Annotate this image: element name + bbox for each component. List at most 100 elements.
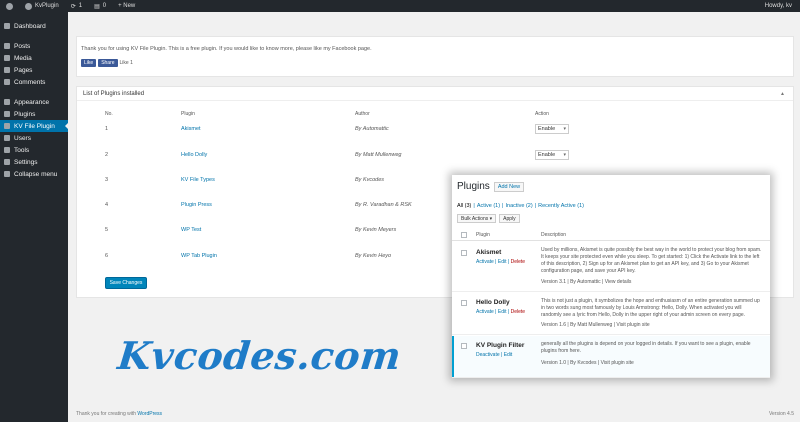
plugin-meta: Version 3.1 | By Automattic | View detai…	[541, 279, 632, 285]
comment-bubble-icon: ▤	[94, 3, 100, 10]
plugin-name: KV Plugin Filter	[476, 342, 525, 349]
plugin-checkbox[interactable]	[461, 343, 467, 349]
row-author: By Kevin Heyo	[355, 253, 392, 259]
activate-link[interactable]: Activate	[476, 259, 494, 265]
bulk-actions-label: Bulk Actions	[461, 215, 489, 222]
my-account-link[interactable]: Howdy, kv	[759, 3, 800, 9]
row-author: By Automattic	[355, 126, 389, 132]
pin-icon	[4, 43, 10, 49]
plugin-meta: Version 1.6 | By Matt Mullenweg | Visit …	[541, 322, 650, 328]
column-header-plugin: Plugin	[181, 111, 195, 117]
comments-link[interactable]: ▤ 0	[88, 3, 112, 10]
facebook-notice: Thank you for using KV File Plugin. This…	[76, 36, 794, 77]
bulk-actions-select[interactable]: Bulk Actions ▾	[457, 214, 497, 223]
sidebar-item-comments[interactable]: Comments	[0, 76, 68, 88]
column-header-no: No.	[105, 111, 113, 117]
plugin-row-hello-dolly: Hello Dolly Activate | Edit | Delete Thi…	[452, 293, 770, 335]
row-plugin-link[interactable]: WP Test	[181, 227, 201, 233]
sidebar-item-posts[interactable]: Posts	[0, 40, 68, 52]
wordpress-link[interactable]: WordPress	[137, 411, 162, 417]
sidebar-item-appearance[interactable]: Appearance	[0, 96, 68, 108]
delete-link[interactable]: Delete	[511, 309, 525, 315]
filter-all[interactable]: All (3)	[457, 203, 471, 209]
plugin-row-actions: Activate | Edit | Delete	[476, 309, 526, 315]
sidebar-item-label: Plugins	[14, 110, 36, 118]
sidebar-collapse-menu[interactable]: Collapse menu	[0, 168, 68, 180]
facebook-like-button[interactable]: Like	[81, 59, 97, 67]
plugin-meta: Version 1.0 | By Kvcodes | Visit plugin …	[541, 360, 634, 366]
sidebar-item-kv-file-plugin[interactable]: KV File Plugin	[0, 120, 68, 132]
row-author: By R. Varadhan & RSK	[355, 202, 412, 208]
facebook-share-button[interactable]: Share	[98, 59, 118, 67]
row-plugin-link[interactable]: KV File Types	[181, 177, 215, 183]
edit-link[interactable]: Edit	[498, 309, 507, 315]
sidebar-item-label: Dashboard	[14, 22, 46, 30]
sidebar-item-media[interactable]: Media	[0, 52, 68, 64]
row-plugin-link[interactable]: WP Tab Plugin	[181, 253, 217, 259]
wordpress-logo-icon	[6, 2, 13, 10]
add-new-plugin-button[interactable]: Add New	[493, 181, 525, 192]
plugins-title: Plugins	[457, 181, 490, 192]
row-author: By Matt Mullenweg	[355, 152, 402, 158]
home-icon	[25, 2, 32, 10]
comments-count: 0	[102, 3, 107, 9]
sidebar-item-tools[interactable]: Tools	[0, 144, 68, 156]
filter-recently-active[interactable]: Recently Active (1)	[538, 203, 584, 209]
row-action-select[interactable]: Enable	[535, 150, 569, 160]
sidebar-item-plugins[interactable]: Plugins	[0, 108, 68, 120]
row-number: 1	[105, 126, 109, 132]
row-plugin-link[interactable]: Akismet	[181, 126, 201, 132]
facebook-like-count: Like 1	[119, 60, 133, 66]
plugin-checkbox[interactable]	[461, 250, 467, 256]
edit-link[interactable]: Edit	[498, 259, 507, 265]
row-plugin-link[interactable]: Hello Dolly	[181, 152, 207, 158]
filter-inactive[interactable]: Inactive (2)	[505, 203, 532, 209]
save-changes-button[interactable]: Save Changes	[105, 277, 147, 289]
footer-credit: Thank you for creating with WordPress	[76, 411, 162, 417]
select-all-checkbox[interactable]	[461, 232, 467, 238]
row-action-select[interactable]: Enable	[535, 124, 569, 134]
sidebar-item-label: Collapse menu	[14, 170, 58, 178]
row-number: 5	[105, 227, 109, 233]
sidebar-item-label: Pages	[14, 66, 33, 74]
sidebar-item-label: Appearance	[14, 98, 50, 106]
wp-logo-menu[interactable]	[0, 2, 19, 10]
apply-button[interactable]: Apply	[499, 214, 520, 223]
brush-icon	[4, 99, 10, 105]
facebook-buttons: Like Share Like 1	[81, 59, 133, 67]
bulk-actions-bar: Bulk Actions ▾ Apply	[457, 214, 520, 223]
filter-active[interactable]: Active (1)	[477, 203, 500, 209]
plugin-menu-icon	[4, 123, 10, 129]
filter-separator: |	[473, 203, 475, 209]
sidebar-item-pages[interactable]: Pages	[0, 64, 68, 76]
new-content-link[interactable]: + New	[112, 3, 141, 9]
media-icon	[4, 55, 10, 61]
updates-count: 1	[78, 3, 83, 9]
row-plugin-link[interactable]: Plugin Press	[181, 202, 212, 208]
site-name-link[interactable]: KvPlugin	[19, 2, 65, 10]
delete-link[interactable]: Delete	[511, 259, 525, 265]
sidebar-item-users[interactable]: Users	[0, 132, 68, 144]
sidebar-item-dashboard[interactable]: Dashboard	[0, 20, 68, 32]
refresh-icon: ⟳	[70, 3, 76, 10]
wrench-icon	[4, 147, 10, 153]
plugin-description: Used by millions, Akismet is quite possi…	[541, 247, 762, 274]
new-label: + New	[118, 3, 136, 9]
plugin-row-actions: Deactivate | Edit	[476, 352, 513, 358]
panel-toggle-icon[interactable]: ▲	[780, 91, 785, 97]
plugins-screen-overlay: Plugins Add New All (3) | Active (1) | Ina…	[452, 175, 770, 378]
column-header-author: Author	[355, 111, 370, 117]
plugin-status-filters: All (3) | Active (1) | Inactive (2) | Recen…	[457, 203, 584, 209]
column-plugin: Plugin	[476, 232, 490, 238]
deactivate-link[interactable]: Deactivate	[476, 352, 500, 358]
panel-title: List of Plugins installed	[83, 90, 145, 97]
activate-link[interactable]: Activate	[476, 309, 494, 315]
kvcodes-watermark: Kvcodes.com	[115, 333, 404, 378]
edit-link[interactable]: Edit	[504, 352, 513, 358]
sidebar-item-settings[interactable]: Settings	[0, 156, 68, 168]
plugin-name: Akismet	[476, 249, 502, 256]
plugin-row-akismet: Akismet Activate | Edit | Delete Used by…	[452, 242, 770, 292]
howdy-text: Howdy, kv	[764, 3, 792, 9]
plugin-checkbox[interactable]	[461, 300, 467, 306]
updates-link[interactable]: ⟳ 1	[65, 3, 88, 10]
